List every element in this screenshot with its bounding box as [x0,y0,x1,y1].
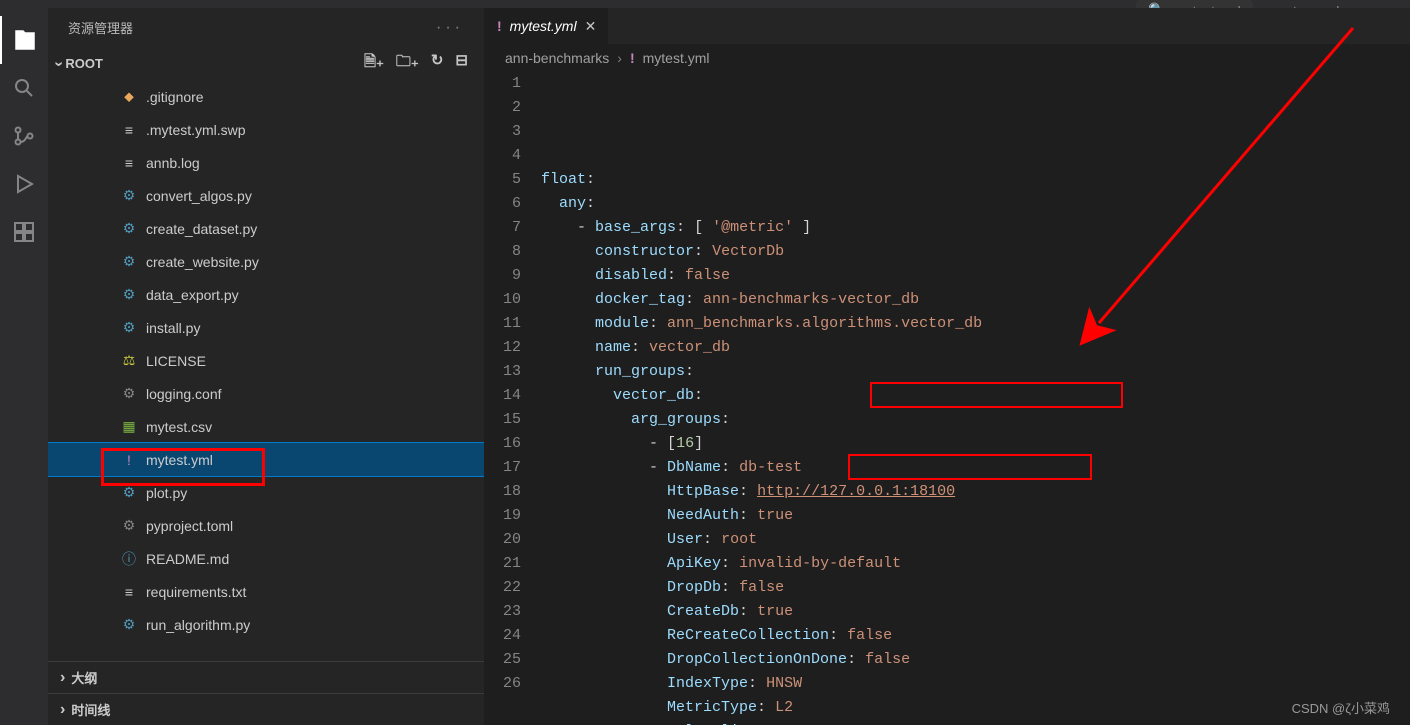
file-label: data_export.py [146,287,239,303]
file-label: create_dataset.py [146,221,257,237]
license-icon: ⚖ [120,352,138,369]
code-editor[interactable]: 1234567891011121314151617181920212223242… [485,72,1410,725]
file-item-requirements.txt[interactable]: ≡ requirements.txt [48,575,484,608]
file-item-create_dataset.py[interactable]: ⚙ create_dataset.py [48,212,484,245]
file-item-convert_algos.py[interactable]: ⚙ convert_algos.py [48,179,484,212]
file-icon: ≡ [120,122,138,138]
new-file-icon[interactable]: 🗎₊ [364,51,384,76]
debug-icon[interactable] [0,160,48,208]
file-label: install.py [146,320,200,336]
chevron-right-icon: › [617,50,622,66]
file-item-logging.conf[interactable]: ⚙ logging.conf [48,377,484,410]
python-icon: ⚙ [120,220,138,237]
file-icon: ≡ [120,155,138,171]
yaml-icon: ! [630,50,635,66]
tabs-bar: ! mytest.yml ✕ [485,8,1410,44]
editor-area: ! mytest.yml ✕ ann-benchmarks › ! mytest… [485,8,1410,725]
code-lines: float: any: - base_args: [ '@metric' ] c… [541,72,1410,725]
chevron-right-icon [60,701,65,719]
file-item-annb.log[interactable]: ≡ annb.log [48,146,484,179]
file-label: run_algorithm.py [146,617,250,633]
file-label: mytest.csv [146,419,212,435]
file-item-.gitignore[interactable]: ⬥ .gitignore [48,80,484,113]
close-icon[interactable]: ✕ [585,18,597,35]
bc-folder: ann-benchmarks [505,50,609,66]
file-item-README.md[interactable]: ⓘ README.md [48,542,484,575]
root-section[interactable]: ROOT 🗎₊ 🗀₊ ↻ ⊟ [48,47,484,80]
csv-icon: ▦ [120,418,138,435]
gitignore-icon: ⬥ [120,88,138,105]
file-item-.mytest.yml.swp[interactable]: ≡ .mytest.yml.swp [48,113,484,146]
file-label: pyproject.toml [146,518,233,534]
file-label: logging.conf [146,386,222,402]
file-item-plot.py[interactable]: ⚙ plot.py [48,476,484,509]
root-label: ROOT [65,56,103,71]
refresh-icon[interactable]: ↻ [431,51,444,76]
source-control-icon[interactable] [0,112,48,160]
file-label: plot.py [146,485,187,501]
explorer-icon[interactable] [0,16,48,64]
gear-icon: ⚙ [120,385,138,402]
file-item-create_website.py[interactable]: ⚙ create_website.py [48,245,484,278]
tab-mytest[interactable]: ! mytest.yml ✕ [485,8,609,44]
bc-file: mytest.yml [643,50,710,66]
explorer-title: 资源管理器 [68,18,133,37]
yaml-icon: ! [497,18,502,34]
python-icon: ⚙ [120,286,138,303]
file-item-pyproject.toml[interactable]: ⚙ pyproject.toml [48,509,484,542]
file-label: annb.log [146,155,200,171]
file-label: convert_algos.py [146,188,252,204]
outline-label: 大纲 [71,668,97,687]
file-label: create_website.py [146,254,259,270]
chevron-right-icon [60,669,65,687]
line-gutter: 1234567891011121314151617181920212223242… [485,72,541,725]
timeline-panel[interactable]: 时间线 [48,693,484,725]
python-icon: ⚙ [120,319,138,336]
file-item-mytest.yml[interactable]: ! mytest.yml [48,443,484,476]
python-icon: ⚙ [120,484,138,501]
yaml-icon: ! [120,452,138,468]
file-label: LICENSE [146,353,206,369]
timeline-label: 时间线 [71,700,110,719]
file-label: .gitignore [146,89,204,105]
file-label: .mytest.yml.swp [146,122,246,138]
file-label: README.md [146,551,229,567]
file-icon: ≡ [120,584,138,600]
file-label: requirements.txt [146,584,246,600]
breadcrumbs[interactable]: ann-benchmarks › ! mytest.yml [485,44,1410,72]
extensions-icon[interactable] [0,208,48,256]
activity-bar [0,8,48,725]
python-icon: ⚙ [120,616,138,633]
file-item-run_algorithm.py[interactable]: ⚙ run_algorithm.py [48,608,484,641]
info-icon: ⓘ [120,549,138,569]
outline-panel[interactable]: 大纲 [48,661,484,693]
file-label: mytest.yml [146,452,213,468]
collapse-icon[interactable]: ⊟ [455,51,468,76]
file-item-LICENSE[interactable]: ⚖ LICENSE [48,344,484,377]
explorer-sidebar: 资源管理器 ··· ROOT 🗎₊ 🗀₊ ↻ ⊟ ⬥ .gitignore ≡ .my… [48,8,485,725]
explorer-more-icon[interactable]: ··· [436,19,464,37]
tab-filename: mytest.yml [510,18,577,34]
file-item-mytest.csv[interactable]: ▦ mytest.csv [48,410,484,443]
search-activity-icon[interactable] [0,64,48,112]
explorer-header: 资源管理器 ··· [48,8,484,47]
file-list: ⬥ .gitignore ≡ .mytest.yml.swp ≡ annb.log ⚙ con… [48,80,484,661]
new-folder-icon[interactable]: 🗀₊ [396,51,419,76]
gear-icon: ⚙ [120,517,138,534]
chevron-down-icon [56,55,61,73]
watermark: CSDN @ζ小菜鸡 [1292,698,1390,717]
python-icon: ⚙ [120,187,138,204]
python-icon: ⚙ [120,253,138,270]
file-item-data_export.py[interactable]: ⚙ data_export.py [48,278,484,311]
file-item-install.py[interactable]: ⚙ install.py [48,311,484,344]
